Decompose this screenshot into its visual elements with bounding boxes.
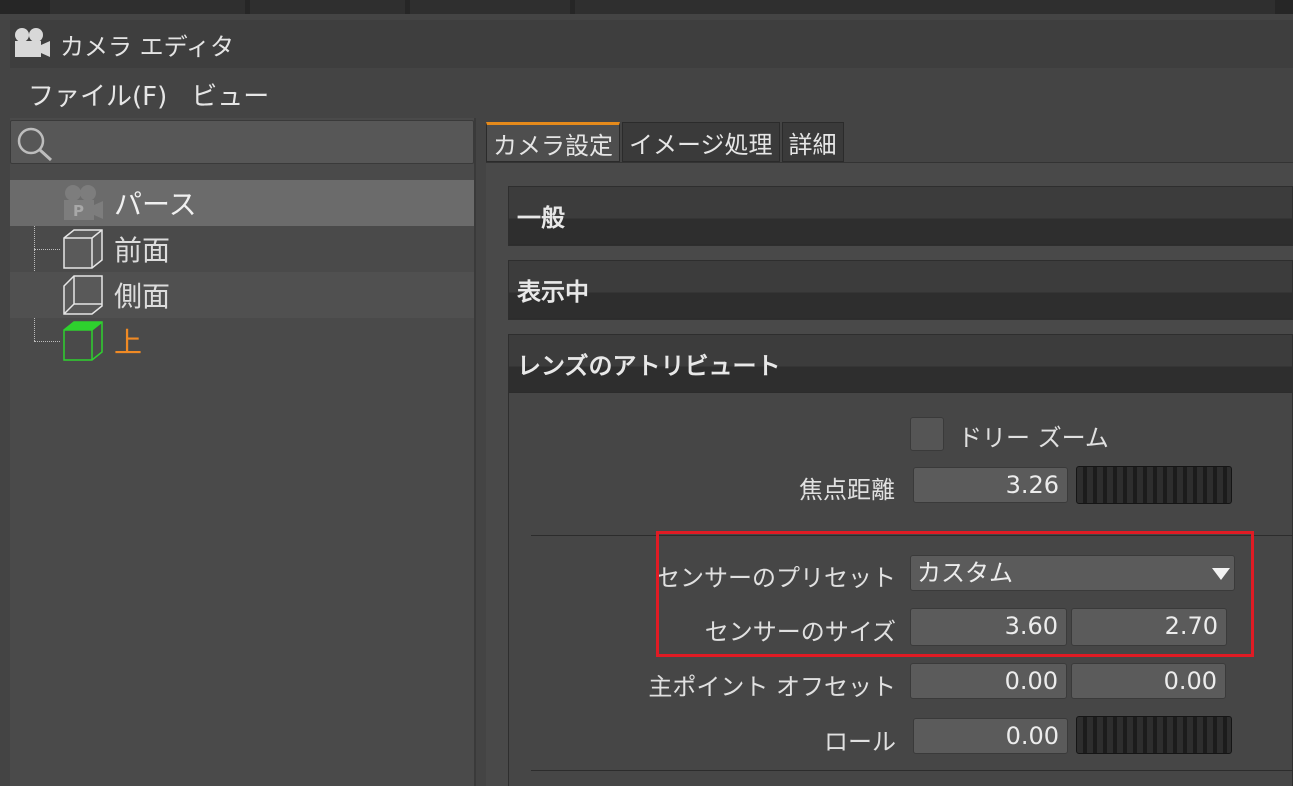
section-header[interactable]: 一般 [509, 187, 1292, 245]
camera-icon [15, 28, 50, 57]
tab-bar: カメラ設定 イメージ処理 詳細 [486, 122, 846, 162]
roll-field[interactable]: 0.00 [913, 718, 1068, 754]
tree-item-label: 前面 [114, 234, 171, 267]
principal-offset-y-field[interactable]: 0.00 [1071, 663, 1226, 699]
perspective-camera-icon: P [64, 185, 103, 220]
dolly-zoom-checkbox[interactable] [910, 417, 944, 451]
section-header[interactable]: レンズのアトリビュート [509, 335, 1292, 393]
tree-item-perspective[interactable]: P パース [10, 180, 474, 226]
title-bar: カメラ エディタ [10, 20, 1293, 68]
tab-details[interactable]: 詳細 [781, 122, 844, 162]
focal-length-slider[interactable] [1076, 466, 1232, 504]
focal-length-label: 焦点距離 [799, 476, 895, 504]
svg-text:P: P [73, 202, 84, 220]
tree-item-label: パース [114, 188, 197, 221]
highlight-box [656, 531, 1254, 657]
menu-view[interactable]: ビュー [191, 76, 269, 113]
top-strip-segment [50, 0, 245, 14]
principal-offset-x-field[interactable]: 0.00 [910, 663, 1067, 699]
camera-tree: P パース 前面 側面 上 [10, 180, 474, 420]
divider [531, 770, 1293, 771]
roll-label: ロール [824, 728, 896, 756]
search-icon [17, 127, 53, 162]
tab-camera-settings[interactable]: カメラ設定 [486, 122, 620, 162]
focal-length-field[interactable]: 3.26 [913, 467, 1068, 503]
tree-item-top[interactable]: 上 [10, 318, 474, 364]
cube-icon [63, 275, 103, 315]
top-strip-segment [575, 0, 1275, 14]
section-title: 表示中 [517, 278, 589, 306]
top-strip-segment [250, 0, 405, 14]
roll-slider[interactable] [1076, 716, 1232, 754]
tree-item-side[interactable]: 側面 [10, 272, 474, 318]
tree-item-label: 側面 [114, 280, 171, 313]
top-cube-icon [63, 321, 103, 361]
top-strip-segment [410, 0, 570, 14]
window-title: カメラ エディタ [60, 32, 234, 61]
search-input[interactable] [10, 120, 474, 164]
menu-bar: ファイル(F) ビュー [10, 70, 1293, 118]
section-title: レンズのアトリビュート [517, 352, 781, 380]
tree-item-label: 上 [114, 326, 143, 359]
menu-file[interactable]: ファイル(F) [28, 76, 167, 113]
cube-icon [63, 229, 103, 269]
section-general[interactable]: 一般 [508, 186, 1293, 246]
camera-list-panel: P パース 前面 側面 上 [10, 118, 476, 786]
tree-item-front[interactable]: 前面 [10, 226, 474, 272]
principal-offset-label: 主ポイント オフセット [648, 673, 896, 701]
tab-image-processing[interactable]: イメージ処理 [622, 122, 780, 162]
section-title: 一般 [517, 204, 565, 232]
section-header[interactable]: 表示中 [509, 261, 1292, 319]
dolly-zoom-label: ドリー ズーム [958, 424, 1109, 452]
top-strip [0, 0, 1293, 14]
section-display[interactable]: 表示中 [508, 260, 1293, 320]
